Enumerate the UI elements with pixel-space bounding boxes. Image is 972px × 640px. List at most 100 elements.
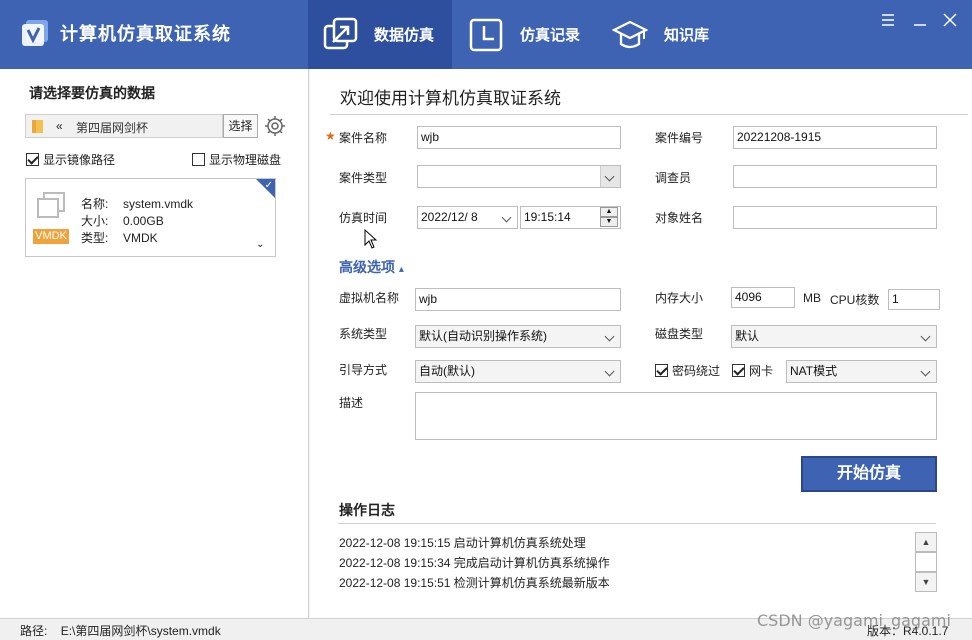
cpu-label: CPU核数 [830,293,880,307]
brand: 计算机仿真取证系统 [20,18,231,48]
file-name-key: 名称: [81,197,109,211]
file-name-row: 名称: system.vmdk [81,195,193,212]
case-type-select[interactable] [417,165,621,188]
sim-time-value: 19:15:14 [524,210,571,224]
checkbox-box[interactable] [192,153,205,166]
description-textarea[interactable] [415,392,937,440]
cpu-input[interactable]: 1 [888,289,940,310]
file-type-key: 类型: [81,231,109,245]
file-size-value: 0.00GB [123,214,164,228]
investigator-label: 调查员 [655,171,692,185]
advanced-options-toggle[interactable]: 高级选项 ▴ [339,257,404,277]
disk-type-select[interactable]: 默认 [731,325,937,348]
scroll-down-icon[interactable]: ▼ [915,572,937,592]
file-type-value: VMDK [123,231,158,245]
minimize-icon[interactable] [912,12,928,28]
clock-icon [469,18,503,51]
tab-sim-records[interactable]: 仿真记录 [468,0,598,69]
tab-label: 仿真记录 [520,27,581,44]
show-physical-disk-checkbox[interactable]: 显示物理磁盘 [192,151,281,168]
checkbox-label: 显示镜像路径 [43,153,116,167]
graduation-cap-icon [612,20,648,48]
tab-label: 知识库 [664,27,710,44]
log-title: 操作日志 [339,502,395,518]
case-type-label: 案件类型 [339,171,388,185]
sim-time-label: 仿真时间 [339,211,388,225]
scroll-up-icon[interactable]: ▲ [915,532,937,552]
disk-type-value: 默认 [735,329,760,343]
case-name-label: 案件名称 [339,131,388,145]
app-logo-icon [22,20,48,46]
simulation-form: 欢迎使用计算机仿真取证系统 ★ 案件名称 wjb 案件编号 20221208-1… [310,69,972,618]
os-type-value: 默认(自动识别操作系统) [419,329,547,343]
status-path-value: E:\第四届网剑杯\system.vmdk [60,624,221,638]
advanced-label: 高级选项 [339,259,395,275]
path-field[interactable]: « 第四届网剑杯 [25,114,223,138]
case-name-input[interactable]: wjb [417,126,621,149]
path-text: 第四届网剑杯 [76,121,149,135]
welcome-title: 欢迎使用计算机仿真取证系统 [340,89,561,108]
network-mode-value: NAT模式 [790,364,838,378]
network-card-checkbox[interactable]: 网卡 [732,362,773,379]
disk-image-icon [37,192,65,218]
scrollbar-track[interactable] [915,552,937,572]
gear-icon[interactable] [264,115,286,137]
sim-date-value: 2022/12/ 8 [421,210,478,224]
choose-button[interactable]: 选择 [223,114,258,138]
memory-label: 内存大小 [655,291,704,305]
sim-time-input[interactable]: 19:15:14 ▲ ▼ [520,206,621,229]
chevron-down-icon[interactable]: ⌄ [256,239,264,250]
tab-data-simulation[interactable]: 数据仿真 [308,0,452,69]
divider [338,523,936,524]
dropdown-button[interactable] [600,166,620,187]
checkbox-label: 密码绕过 [672,364,721,378]
checkbox-box[interactable] [26,153,39,166]
checkbox-box[interactable] [655,364,668,377]
checkbox-label: 网卡 [749,364,774,378]
checkbox-box[interactable] [732,364,745,377]
case-number-label: 案件编号 [655,131,704,145]
memory-input[interactable]: 4096 [731,287,795,308]
os-type-label: 系统类型 [339,327,388,341]
vm-name-label: 虚拟机名称 [339,291,400,305]
sim-date-picker[interactable]: 2022/12/ 8 [417,206,518,229]
folder-icon [32,120,43,133]
check-icon: ✓ [264,180,273,191]
os-type-select[interactable]: 默认(自动识别操作系统) [415,325,621,348]
divider [330,114,968,115]
panel-title: 请选择要仿真的数据 [29,85,155,101]
boot-mode-value: 自动(默认) [419,364,475,378]
status-path: 路径: E:\第四届网剑杯\system.vmdk [20,622,221,639]
mouse-cursor-icon [364,229,378,249]
disk-type-label: 磁盘类型 [655,327,704,341]
spin-down-icon[interactable]: ▼ [600,217,618,227]
menu-icon[interactable] [880,12,896,28]
show-mirror-path-checkbox[interactable]: 显示镜像路径 [26,151,115,168]
close-icon[interactable] [942,12,958,28]
spin-up-icon[interactable]: ▲ [600,207,618,217]
required-star-icon: ★ [325,129,336,143]
tab-knowledge-base[interactable]: 知识库 [612,0,742,69]
vm-name-input[interactable]: wjb [415,288,621,311]
log-line: 2022-12-08 19:15:34 完成启动计算机仿真系统操作 [339,556,610,570]
start-simulation-button[interactable]: 开始仿真 [801,456,937,492]
case-number-input[interactable]: 20221208-1915 [733,126,937,149]
file-name-value: system.vmdk [123,197,194,211]
title-bar: 计算机仿真取证系统 数据仿真 仿真记录 知识库 [0,0,972,69]
boot-mode-select[interactable]: 自动(默认) [415,360,621,383]
network-mode-select[interactable]: NAT模式 [786,360,937,383]
file-card[interactable]: VMDK ✓ 名称: system.vmdk 大小: 0.00GB 类型: VMDK … [25,178,276,257]
file-type-row: 类型: VMDK [81,229,158,246]
password-bypass-checkbox[interactable]: 密码绕过 [655,362,720,379]
file-size-key: 大小: [81,214,109,228]
investigator-input[interactable] [733,165,937,188]
memory-unit: MB [803,291,821,305]
chevron-up-icon: ▴ [398,264,404,275]
watermark: CSDN @yagami_gagami [757,611,951,630]
subject-name-label: 对象姓名 [655,211,704,225]
time-spinner[interactable]: ▲ ▼ [600,207,620,228]
data-select-panel: 请选择要仿真的数据 « 第四届网剑杯 选择 显示镜像路径 显示物理磁盘 VMDK… [0,69,309,618]
path-chevron[interactable]: « [56,119,63,133]
log-line: 2022-12-08 19:15:51 检测计算机仿真系统最新版本 [339,576,610,590]
subject-name-input[interactable] [733,206,937,229]
